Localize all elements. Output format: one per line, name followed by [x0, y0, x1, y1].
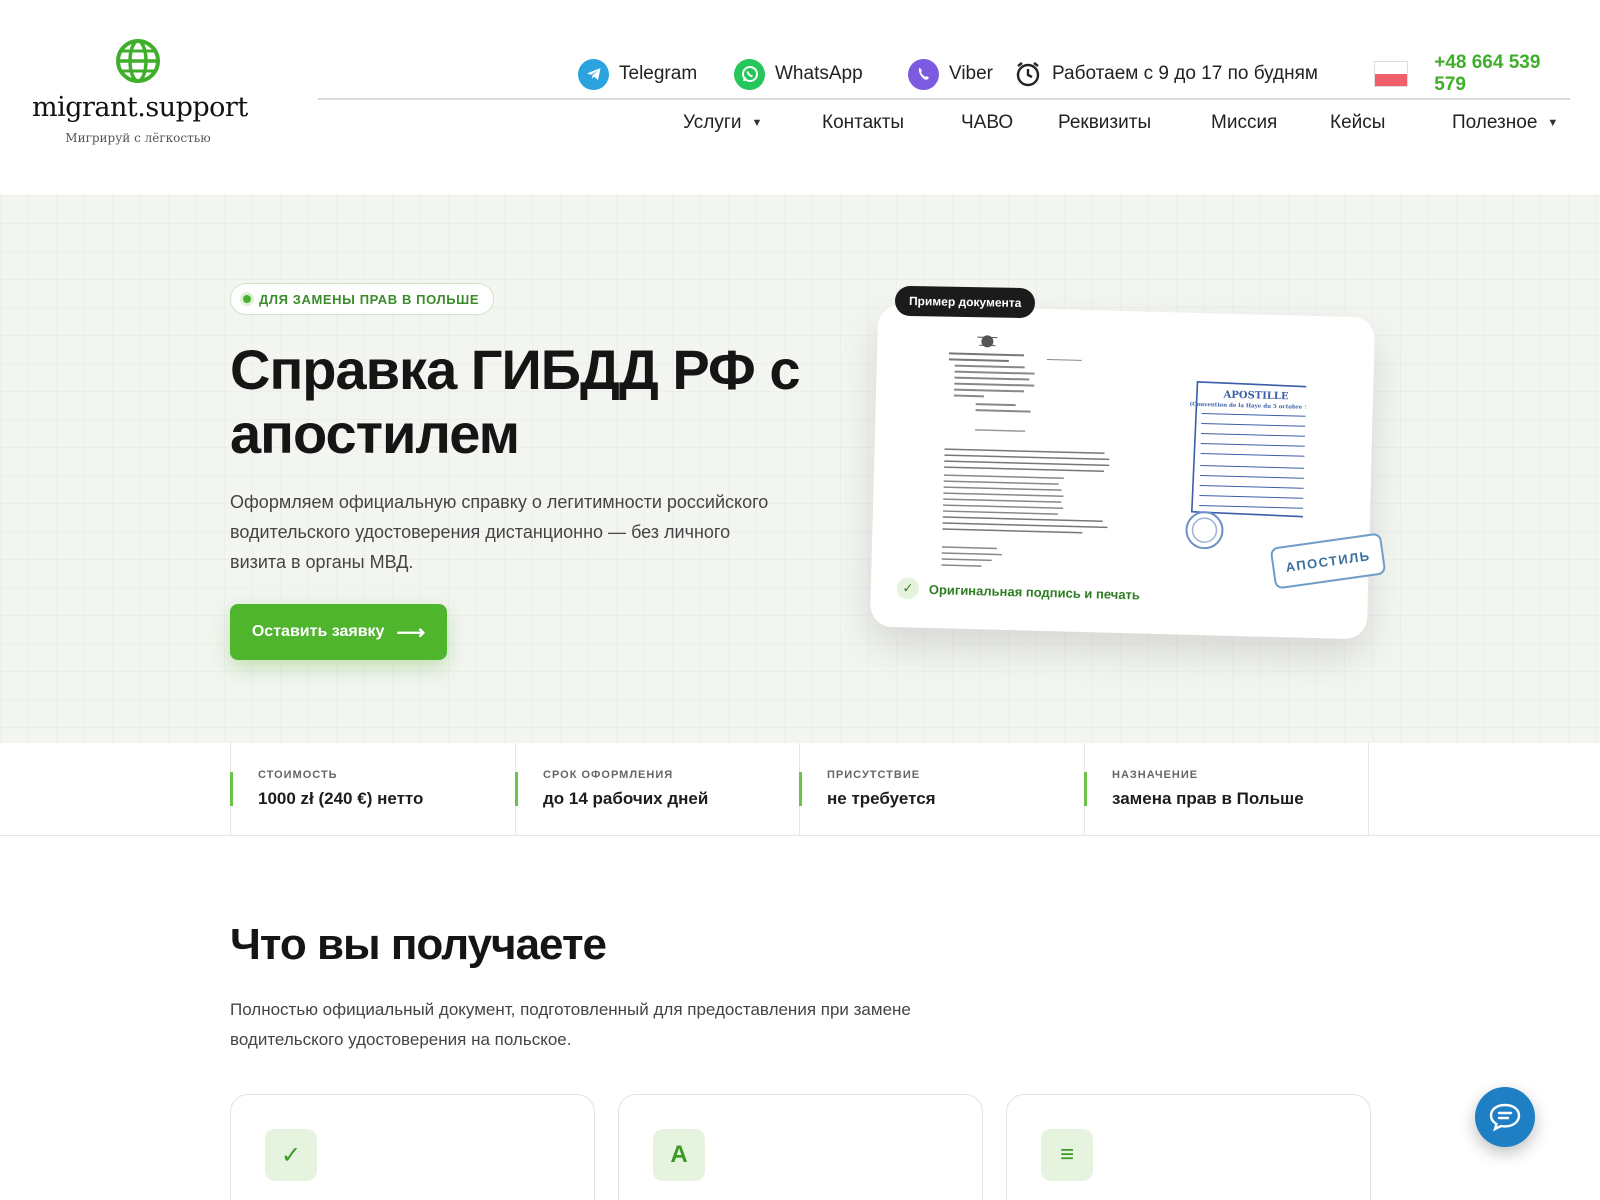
apostille-heading: APOSTILLE: [1222, 390, 1289, 403]
fact-value: не требуется: [827, 789, 936, 808]
telegram-label: Telegram: [619, 63, 698, 84]
checkmark-icon: ✓: [265, 1129, 317, 1181]
nav-services[interactable]: Услуги ▼: [683, 112, 762, 134]
nav-contacts[interactable]: Контакты: [822, 112, 904, 134]
whatsapp-label: WhatsApp: [775, 63, 863, 84]
fact-value: до 14 рабочих дней: [543, 789, 709, 808]
site-header: migrant.support Мигрируй с лёгкостью Tel…: [0, 0, 1600, 195]
document-caption: ✓ Оригинальная подпись и печать: [896, 577, 1141, 605]
feature-card: A: [618, 1094, 983, 1200]
hero-title: Справка ГИБДД РФ с апостилем: [230, 338, 800, 465]
alarm-clock-icon: [1016, 62, 1040, 87]
fact-label: СРОК ОФОРМЛЕНИЯ: [543, 769, 674, 781]
nav-useful-label: Полезное: [1452, 112, 1538, 133]
arrow-right-icon: ⟶: [396, 621, 426, 644]
nav-requisites[interactable]: Реквизиты: [1058, 112, 1151, 134]
nav-mission[interactable]: Миссия: [1211, 112, 1277, 134]
nav-services-label: Услуги: [683, 112, 742, 133]
viber-icon: [908, 58, 939, 90]
poland-flag-icon[interactable]: [1374, 61, 1409, 87]
telegram-icon: [578, 58, 609, 90]
phone-block[interactable]: +48 664 539 579: [1374, 52, 1570, 95]
service-facts: СТОИМОСТЬ 1000 zł (240 €) нетто СРОК ОФО…: [0, 743, 1600, 836]
list-icon: ≡: [1041, 1129, 1093, 1181]
letter-a-icon: A: [653, 1129, 705, 1181]
apostille-subheading: (Convention de la Haye du 5 octobre 1961…: [1189, 401, 1307, 411]
fact-value: замена прав в Польше: [1112, 789, 1304, 808]
feature-card: ✓: [230, 1094, 595, 1200]
viber-link[interactable]: Viber: [908, 56, 993, 92]
hero-description: Оформляем официальную справку о легитимн…: [230, 492, 769, 572]
caret-down-icon: ▼: [751, 117, 763, 129]
chat-widget-button[interactable]: [1475, 1087, 1535, 1147]
nav-cases[interactable]: Кейсы: [1330, 112, 1385, 134]
document-scan-image: APOSTILLE (Convention de la Haye du 5 oc…: [941, 335, 1308, 567]
caret-down-icon: ▼: [1547, 117, 1559, 129]
working-hours: Работаем с 9 до 17 по будням: [1014, 56, 1318, 92]
hero-badge-text: ДЛЯ ЗАМЕНЫ ПРАВ В ПОЛЬШЕ: [259, 291, 480, 307]
nav-faq[interactable]: ЧАВО: [961, 112, 1013, 134]
nav-useful[interactable]: Полезное ▼: [1452, 112, 1558, 134]
fact-value: 1000 zł (240 €) нетто: [258, 789, 424, 808]
telegram-link[interactable]: Telegram: [578, 56, 697, 92]
document-sample-label: Пример документа: [894, 285, 1036, 319]
check-icon: ✓: [896, 577, 920, 600]
whatsapp-icon: [734, 58, 765, 90]
feature-card: ≡: [1006, 1094, 1371, 1200]
document-sample-card: APOSTILLE (Convention de la Haye du 5 oc…: [869, 304, 1376, 640]
fact-purpose: НАЗНАЧЕНИЕ замена прав в Польше: [1084, 743, 1369, 836]
section-title: Что вы получаете: [230, 920, 607, 969]
fact-label: НАЗНАЧЕНИЕ: [1112, 769, 1199, 781]
hero-section: ДЛЯ ЗАМЕНЫ ПРАВ В ПОЛЬШЕ Справка ГИБДД Р…: [0, 195, 1600, 743]
main-nav: Услуги ▼ Контакты ЧАВО Реквизиты Миссия …: [0, 112, 1600, 144]
fact-price: СТОИМОСТЬ 1000 zł (240 €) нетто: [230, 743, 515, 836]
status-dot-icon: [243, 295, 251, 303]
submit-request-label: Оставить заявку: [251, 623, 385, 640]
document-caption-text: Оригинальная подпись и печать: [928, 581, 1141, 602]
fact-label: ПРИСУТСТВИЕ: [827, 769, 921, 781]
hero-badge: ДЛЯ ЗАМЕНЫ ПРАВ В ПОЛЬШЕ: [230, 283, 495, 315]
globe-icon: [116, 39, 160, 83]
working-hours-text: Работаем с 9 до 17 по будням: [1052, 63, 1318, 84]
fact-duration: СРОК ОФОРМЛЕНИЯ до 14 рабочих дней: [515, 743, 800, 836]
fact-label: СТОИМОСТЬ: [258, 769, 338, 781]
section-description: Полностью официальный документ, подготов…: [230, 1000, 911, 1049]
viber-label: Viber: [949, 63, 994, 84]
contact-bar: Telegram WhatsApp Viber Работаем с 9 до …: [318, 52, 1570, 95]
phone-link[interactable]: +48 664 539 579: [1434, 52, 1570, 96]
fact-presence: ПРИСУТСТВИЕ не требуется: [799, 743, 1084, 836]
whatsapp-link[interactable]: WhatsApp: [734, 56, 863, 92]
chat-bubble-icon: [1489, 1103, 1521, 1132]
submit-request-button[interactable]: Оставить заявку ⟶: [230, 604, 447, 660]
header-divider: [318, 98, 1570, 100]
